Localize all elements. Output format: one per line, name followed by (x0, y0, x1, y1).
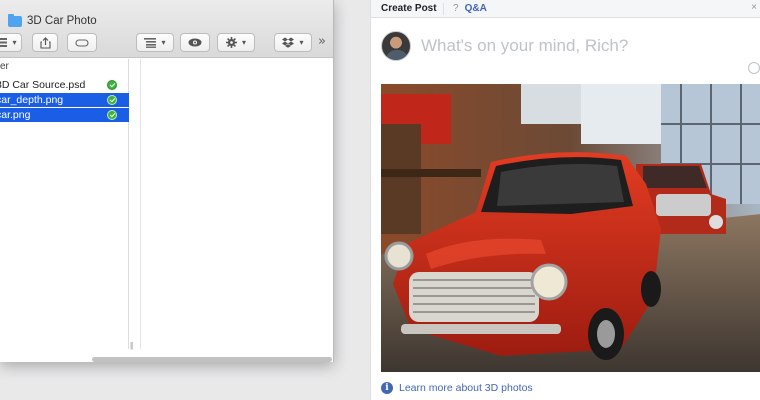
file-row[interactable]: 3D Car Source.psd (0, 78, 129, 92)
share-icon (39, 36, 51, 49)
3d-photo-preview[interactable] (381, 84, 760, 372)
learn-more-row[interactable]: i Learn more about 3D photos (381, 382, 533, 394)
view-options-button[interactable]: ▾ (0, 33, 22, 52)
learn-more-link[interactable]: Learn more about 3D photos (399, 382, 533, 394)
file-name: car.png (0, 109, 31, 121)
dropbox-icon (282, 37, 295, 48)
tag-icon (75, 38, 89, 47)
finder-window: 3D Car Photo ▾ ▾ ▾ ▾ » er 3D Car Source.… (0, 0, 334, 362)
action-button[interactable]: ▾ (217, 33, 255, 52)
file-name: car_depth.png (0, 94, 64, 106)
tab-qa[interactable]: ? Q&A (453, 3, 487, 14)
finder-toolbar: 3D Car Photo ▾ ▾ ▾ ▾ » (0, 0, 333, 58)
sync-check-icon (107, 95, 117, 105)
preview-column (140, 59, 333, 349)
dropbox-button[interactable]: ▾ (274, 33, 312, 52)
question-icon: ? (453, 3, 459, 14)
sync-check-icon (107, 110, 117, 120)
post-tabs: Create Post ? Q&A × (371, 0, 760, 18)
horizontal-scrollbar[interactable] (92, 357, 332, 362)
file-column: er 3D Car Source.psd car_depth.png car.p… (0, 59, 129, 349)
sync-check-icon (107, 80, 117, 90)
arrange-icon (144, 37, 157, 48)
avatar (381, 31, 411, 61)
car-photo-image (381, 84, 760, 372)
tab-divider (443, 3, 444, 15)
tab-qa-label: Q&A (464, 3, 487, 14)
tag-button[interactable] (67, 33, 97, 52)
eye-icon (188, 38, 202, 47)
column-resize-handle[interactable]: || (130, 341, 133, 350)
folder-icon (8, 13, 22, 27)
more-icon[interactable]: » (318, 34, 326, 49)
emoji-icon[interactable] (748, 62, 760, 74)
tab-create-post[interactable]: Create Post (381, 3, 437, 14)
close-icon[interactable]: × (751, 2, 757, 13)
gear-icon (225, 37, 237, 48)
file-name: 3D Car Source.psd (0, 79, 86, 91)
share-button[interactable] (32, 33, 58, 52)
file-row-selected[interactable]: car_depth.png (0, 93, 129, 107)
arrange-button[interactable]: ▾ (136, 33, 174, 52)
window-title: 3D Car Photo (8, 13, 97, 29)
view-list-icon (0, 38, 8, 47)
create-post-panel: Create Post ? Q&A × What's on your mind,… (370, 0, 760, 400)
window-title-text: 3D Car Photo (27, 15, 97, 27)
quicklook-button[interactable] (180, 33, 210, 52)
column-header: er (0, 61, 9, 72)
file-row-selected[interactable]: car.png (0, 108, 129, 122)
info-icon: i (381, 382, 393, 394)
post-composer-input[interactable]: What's on your mind, Rich? (421, 36, 628, 56)
